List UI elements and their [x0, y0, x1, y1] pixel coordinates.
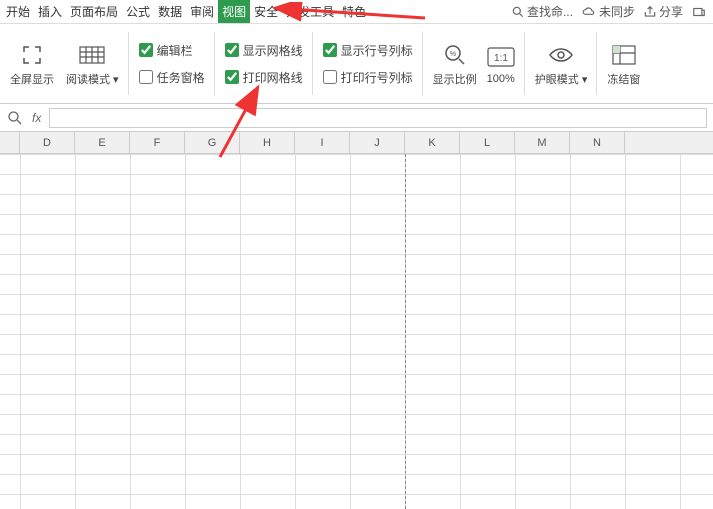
menu-insert[interactable]: 插入 — [34, 0, 66, 23]
readmode-icon — [78, 41, 106, 69]
chk-formula-bar[interactable]: 编辑栏 — [135, 40, 209, 61]
zoom-ratio-button[interactable]: % 显示比例 — [429, 39, 481, 89]
menu-data[interactable]: 数据 — [154, 0, 186, 23]
chk-show-headings-input[interactable] — [323, 43, 337, 57]
fx-label: fx — [32, 111, 41, 125]
fullscreen-button[interactable]: 全屏显示 — [6, 39, 58, 89]
zoom-ratio-label: 显示比例 — [433, 71, 477, 87]
name-box-zoom-icon[interactable] — [6, 109, 24, 127]
sync-status[interactable]: 未同步 — [581, 3, 635, 20]
freeze-icon — [610, 41, 638, 69]
sync-label: 未同步 — [599, 3, 635, 20]
grid-body[interactable] — [0, 154, 713, 509]
col-header[interactable]: H — [240, 132, 295, 153]
col-header[interactable]: I — [295, 132, 350, 153]
col-header[interactable]: M — [515, 132, 570, 153]
svg-text:%: % — [450, 51, 456, 58]
col-header[interactable]: E — [75, 132, 130, 153]
select-all-corner[interactable] — [0, 132, 20, 153]
column-headers: D E F G H I J K L M N — [0, 132, 713, 154]
ribbon-toolbar: 全屏显示 阅读模式 ▾ 编辑栏 任务窗格 显示网格线 打印网格线 显示行号列标 … — [0, 24, 713, 104]
readmode-button[interactable]: 阅读模式 ▾ — [62, 39, 123, 89]
chk-print-grid-input[interactable] — [225, 70, 239, 84]
menu-review[interactable]: 审阅 — [186, 0, 218, 23]
cloud-icon — [581, 5, 597, 19]
zoom-icon: % — [441, 41, 469, 69]
col-header[interactable]: F — [130, 132, 185, 153]
col-header[interactable]: G — [185, 132, 240, 153]
menu-right: 查找命... 未同步 分享 — [511, 3, 711, 20]
zoom-100-label: 100% — [487, 73, 515, 85]
formula-input[interactable] — [49, 108, 707, 128]
spreadsheet-grid[interactable]: D E F G H I J K L M N — [0, 132, 713, 509]
chk-print-headings-input[interactable] — [323, 70, 337, 84]
eye-mode-button[interactable]: 护眼模式 ▾ — [531, 39, 592, 89]
search-box[interactable]: 查找命... — [511, 3, 573, 20]
menu-security[interactable]: 安全 — [250, 0, 282, 23]
share-button[interactable]: 分享 — [643, 3, 683, 20]
chk-show-grid[interactable]: 显示网格线 — [221, 40, 307, 61]
gridlines — [0, 154, 713, 509]
svg-text:1:1: 1:1 — [494, 53, 508, 64]
search-icon — [511, 5, 525, 19]
menu-formula[interactable]: 公式 — [122, 0, 154, 23]
col-header[interactable]: L — [460, 132, 515, 153]
menu-devtools[interactable]: 开发工具 — [282, 0, 338, 23]
formula-bar: fx — [0, 104, 713, 132]
menu-view[interactable]: 视图 — [218, 0, 250, 23]
menu-bar: 开始 插入 页面布局 公式 数据 审阅 视图 安全 开发工具 特色 查找命...… — [0, 0, 713, 24]
col-header[interactable]: K — [405, 132, 460, 153]
freeze-button[interactable]: 冻结窗 — [603, 39, 644, 89]
col-header[interactable]: N — [570, 132, 625, 153]
chk-show-grid-input[interactable] — [225, 43, 239, 57]
chk-task-pane[interactable]: 任务窗格 — [135, 67, 209, 88]
eye-mode-label: 护眼模式 ▾ — [535, 71, 588, 87]
more-icon[interactable] — [691, 5, 707, 19]
zoom-100-icon: 1:1 — [487, 43, 515, 71]
freeze-label: 冻结窗 — [607, 71, 640, 87]
chk-print-headings[interactable]: 打印行号列标 — [319, 67, 417, 88]
col-header[interactable]: D — [20, 132, 75, 153]
chk-formula-bar-input[interactable] — [139, 43, 153, 57]
col-header[interactable]: J — [350, 132, 405, 153]
fullscreen-icon — [18, 41, 46, 69]
chk-print-grid[interactable]: 打印网格线 — [221, 67, 307, 88]
chk-task-pane-input[interactable] — [139, 70, 153, 84]
zoom-100-button[interactable]: 1:1 100% — [483, 41, 519, 87]
menu-special[interactable]: 特色 — [338, 0, 370, 23]
menu-start[interactable]: 开始 — [2, 0, 34, 23]
eye-icon — [547, 41, 575, 69]
share-icon — [643, 5, 657, 19]
share-label: 分享 — [659, 3, 683, 20]
search-placeholder: 查找命... — [527, 3, 573, 20]
readmode-label: 阅读模式 ▾ — [66, 71, 119, 87]
fullscreen-label: 全屏显示 — [10, 71, 54, 87]
page-break-line — [405, 154, 406, 509]
menu-page-layout[interactable]: 页面布局 — [66, 0, 122, 23]
chk-show-headings[interactable]: 显示行号列标 — [319, 40, 417, 61]
